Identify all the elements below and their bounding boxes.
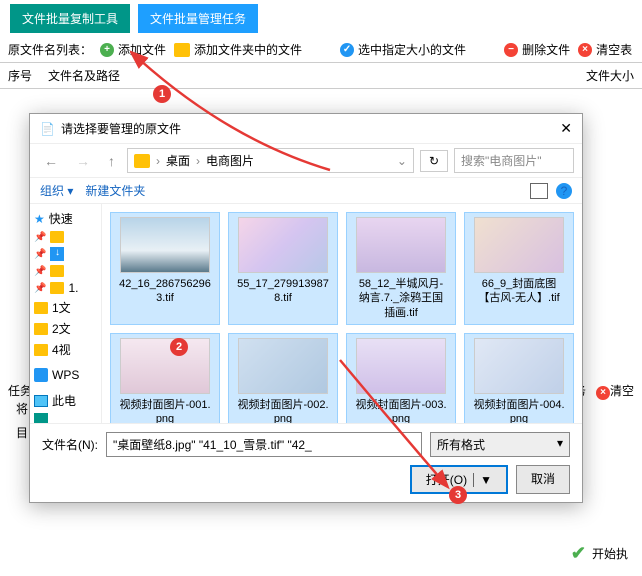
delete-file-button[interactable]: −删除文件 <box>504 41 570 58</box>
clear2-button[interactable]: ×清空 <box>596 382 634 400</box>
help-icon[interactable]: ? <box>556 183 572 199</box>
plus-icon: + <box>100 43 114 57</box>
app-icon: 📄 <box>40 122 55 136</box>
chevron-down-icon[interactable]: ▼ <box>473 473 492 487</box>
file-name: 42_16_2867562963.tif <box>118 277 212 306</box>
filename-label: 文件名(N): <box>42 436 98 453</box>
file-name: 66_9_封面底图【古风-无人】.tif <box>472 277 566 306</box>
check-icon: ✔ <box>571 543 586 564</box>
file-item[interactable]: 55_17_2799139878.tif <box>228 212 338 325</box>
up-button[interactable]: ↑ <box>102 151 121 171</box>
sidebar-item[interactable]: 📌 <box>32 263 99 279</box>
new-folder-button[interactable]: 新建文件夹 <box>85 182 145 199</box>
breadcrumb[interactable]: › 桌面 › 电商图片 ⌄ <box>127 148 414 173</box>
sidebar-item[interactable] <box>32 411 99 423</box>
view-mode-button[interactable] <box>530 183 548 199</box>
minus-icon: − <box>504 43 518 57</box>
sidebar-wps[interactable]: WPS <box>32 366 99 384</box>
file-name: 视频封面图片-001.png <box>118 398 212 423</box>
dialog-title: 请选择要管理的原文件 <box>61 120 560 137</box>
file-name: 视频封面图片-002.png <box>236 398 330 423</box>
sidebar-item[interactable]: 4视 <box>32 339 99 360</box>
callout-badge-1: 1 <box>153 85 171 103</box>
file-name: 58_12_半城风月-纳言.7._涂鸦王国插画.tif <box>354 277 448 320</box>
sidebar-pc[interactable]: 此电 <box>32 390 99 411</box>
thumbnail <box>474 338 564 394</box>
clear-button[interactable]: ×清空表 <box>578 41 632 58</box>
folder-icon <box>174 43 190 57</box>
refresh-button[interactable]: ↻ <box>420 150 448 172</box>
file-name: 视频封面图片-004.png <box>472 398 566 423</box>
callout-badge-3: 3 <box>449 486 467 504</box>
file-item[interactable]: 视频封面图片-003.png <box>346 333 456 423</box>
manage-task-button[interactable]: 文件批量管理任务 <box>138 4 258 33</box>
start-button[interactable]: ✔ 开始执 <box>563 539 636 568</box>
files-grid: 42_16_2867562963.tif 55_17_2799139878.tif… <box>102 204 582 423</box>
forward-button[interactable]: → <box>70 151 96 171</box>
sidebar-item[interactable]: 📌 <box>32 229 99 245</box>
sidebar-item[interactable]: 2文 <box>32 318 99 339</box>
back-button[interactable]: ← <box>38 151 64 171</box>
col-size: 文件大小 <box>574 67 634 84</box>
add-file-button[interactable]: +添加文件 <box>100 41 166 58</box>
cat-label: 目 <box>16 424 28 441</box>
sidebar-item[interactable]: 📌1. <box>32 279 99 297</box>
thumbnail <box>356 217 446 273</box>
copy-tool-button[interactable]: 文件批量复制工具 <box>10 4 130 33</box>
source-list-label: 原文件名列表： <box>8 41 92 58</box>
sidebar-item[interactable]: 📌↓ <box>32 245 99 263</box>
file-name: 视频封面图片-003.png <box>354 398 448 423</box>
sidebar-quick[interactable]: ★快速 <box>32 208 99 229</box>
sidebar-item[interactable]: 1文 <box>32 297 99 318</box>
file-name: 55_17_2799139878.tif <box>236 277 330 306</box>
thumbnail <box>120 217 210 273</box>
thumbnail <box>356 338 446 394</box>
thumbnail <box>238 338 328 394</box>
thumbnail <box>238 217 328 273</box>
thumbnail <box>120 338 210 394</box>
close-button[interactable]: ✕ <box>560 120 572 137</box>
check-icon: ✓ <box>340 43 354 57</box>
thumbnail <box>474 217 564 273</box>
x-icon: × <box>578 43 592 57</box>
sidebar: ★快速 📌 📌↓ 📌 📌1. 1文 2文 4视 WPS 此电 <box>30 204 102 423</box>
callout-badge-2: 2 <box>170 338 188 356</box>
file-item[interactable]: 42_16_2867562963.tif <box>110 212 220 325</box>
select-size-button[interactable]: ✓选中指定大小的文件 <box>340 41 466 58</box>
organize-menu[interactable]: 组织 ▾ <box>40 182 73 199</box>
file-open-dialog: 📄 请选择要管理的原文件 ✕ ← → ↑ › 桌面 › 电商图片 ⌄ ↻ 搜索"… <box>29 113 583 503</box>
folder-icon <box>134 154 150 168</box>
col-name: 文件名及路径 <box>48 67 574 84</box>
file-item[interactable]: 视频封面图片-004.png <box>464 333 574 423</box>
search-input[interactable]: 搜索"电商图片" <box>454 148 574 173</box>
cancel-button[interactable]: 取消 <box>516 465 570 494</box>
file-item[interactable]: 58_12_半城风月-纳言.7._涂鸦王国插画.tif <box>346 212 456 325</box>
filter-select[interactable]: 所有格式 ▾ <box>430 432 570 457</box>
file-item[interactable]: 视频封面图片-001.png <box>110 333 220 423</box>
target-label: 将 <box>16 400 28 417</box>
x-icon: × <box>596 386 610 400</box>
file-item[interactable]: 66_9_封面底图【古风-无人】.tif <box>464 212 574 325</box>
chevron-down-icon[interactable]: ⌄ <box>397 154 407 168</box>
col-seq: 序号 <box>8 67 48 84</box>
add-folder-button[interactable]: 添加文件夹中的文件 <box>174 41 302 58</box>
filename-input[interactable]: "桌面壁纸8.jpg" "41_10_雪景.tif" "42_ <box>106 432 422 457</box>
file-item[interactable]: 视频封面图片-002.png <box>228 333 338 423</box>
